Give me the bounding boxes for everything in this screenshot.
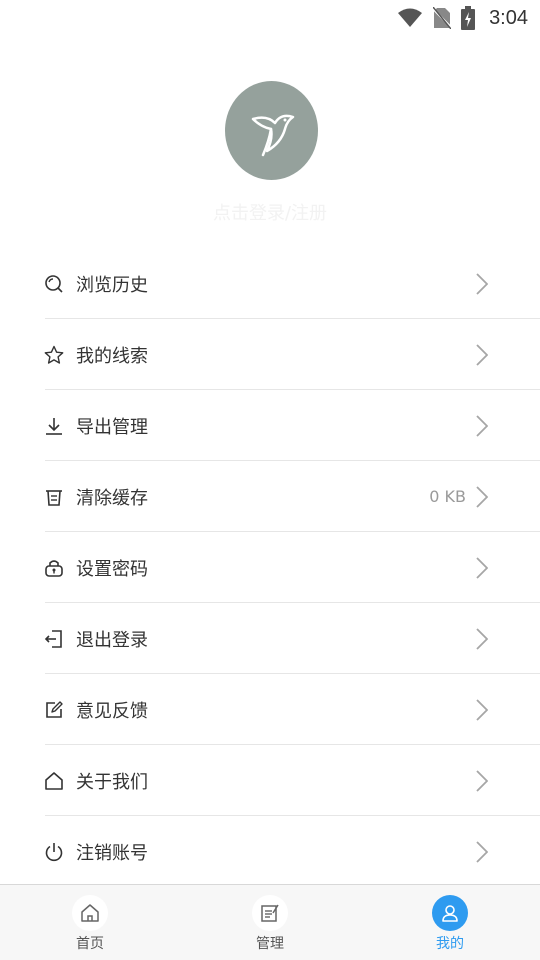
- menu-label: 导出管理: [76, 416, 148, 438]
- chevron-right-icon: [474, 414, 490, 438]
- menu-label: 关于我们: [76, 771, 148, 793]
- status-time: 3:04: [489, 6, 528, 29]
- notepad-icon: [252, 895, 288, 931]
- no-sim-icon: [433, 7, 452, 29]
- menu-label: 注销账号: [76, 842, 148, 864]
- bottom-tab-bar: 首页 管理 我的: [0, 884, 540, 960]
- tab-label: 首页: [76, 936, 104, 952]
- download-icon: [44, 416, 64, 436]
- chevron-right-icon: [474, 556, 490, 580]
- user-icon: [432, 895, 468, 931]
- menu-label: 我的线索: [76, 345, 148, 367]
- menu-label: 清除缓存: [76, 487, 148, 509]
- menu-label: 退出登录: [76, 629, 148, 651]
- menu-item-about-us[interactable]: 关于我们: [0, 745, 540, 816]
- menu-item-history[interactable]: 浏览历史: [0, 248, 540, 319]
- tab-label: 我的: [436, 936, 464, 952]
- chevron-right-icon: [474, 485, 490, 509]
- chevron-right-icon: [474, 343, 490, 367]
- menu-item-set-password[interactable]: 设置密码: [0, 532, 540, 603]
- tab-home[interactable]: 首页: [0, 885, 180, 960]
- menu-label: 浏览历史: [76, 274, 148, 296]
- tab-mine[interactable]: 我的: [360, 885, 540, 960]
- cache-size-value: 0 KB: [429, 487, 466, 506]
- tab-manage[interactable]: 管理: [180, 885, 360, 960]
- menu-item-clear-cache[interactable]: 清除缓存 0 KB: [0, 461, 540, 532]
- edit-icon: [44, 700, 64, 720]
- chevron-right-icon: [474, 698, 490, 722]
- tab-label: 管理: [256, 936, 284, 952]
- menu-item-logout[interactable]: 退出登录: [0, 603, 540, 674]
- chevron-right-icon: [474, 272, 490, 296]
- settings-menu: 浏览历史 我的线索 导出管理 清除缓存 0 KB 设置密码 退出登录 意见反馈 …: [0, 248, 540, 887]
- menu-item-export-management[interactable]: 导出管理: [0, 390, 540, 461]
- status-bar: 3:04: [0, 0, 540, 36]
- menu-item-my-leads[interactable]: 我的线索: [0, 319, 540, 390]
- chevron-right-icon: [474, 769, 490, 793]
- home-icon: [44, 771, 64, 791]
- menu-item-delete-account[interactable]: 注销账号: [0, 816, 540, 887]
- menu-label: 意见反馈: [76, 700, 148, 722]
- chevron-right-icon: [474, 627, 490, 651]
- login-register-link[interactable]: 点击登录/注册: [0, 199, 540, 225]
- chevron-right-icon: [474, 840, 490, 864]
- menu-label: 设置密码: [76, 558, 148, 580]
- search-icon: [44, 274, 64, 294]
- star-icon: [44, 345, 64, 365]
- trash-icon: [44, 487, 64, 507]
- menu-item-feedback[interactable]: 意见反馈: [0, 674, 540, 745]
- lock-icon: [44, 558, 64, 578]
- wifi-icon: [397, 8, 423, 28]
- bird-logo-icon: [251, 114, 294, 156]
- logout-icon: [44, 629, 64, 649]
- battery-charging-icon: [461, 6, 476, 30]
- home-icon: [72, 895, 108, 931]
- power-icon: [44, 842, 64, 862]
- avatar[interactable]: [225, 81, 318, 180]
